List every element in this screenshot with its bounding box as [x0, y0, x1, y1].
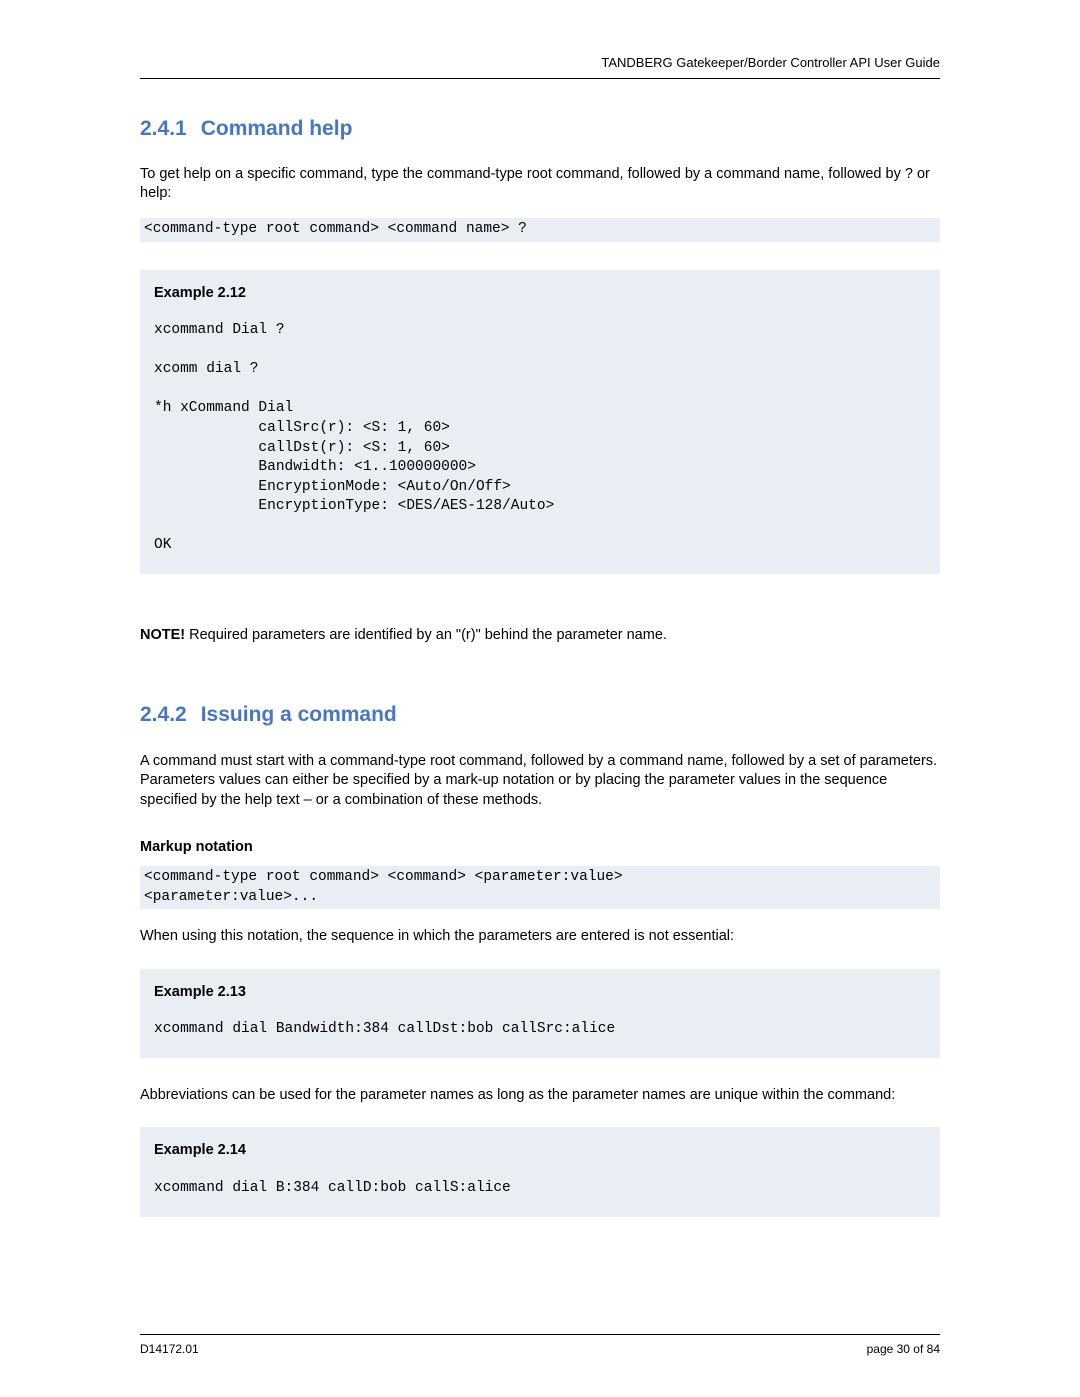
section-title: Issuing a command	[201, 703, 397, 726]
code-syntax-markup: <command-type root command> <command> <p…	[140, 866, 940, 909]
section-number: 2.4.2	[140, 703, 187, 726]
section2-intro: A command must start with a command-type…	[140, 752, 940, 811]
note-text: Required parameters are identified by an…	[185, 627, 667, 643]
section-title: Command help	[201, 117, 353, 140]
example-2-13-title: Example 2.13	[154, 983, 926, 1003]
footer-doc-id: D14172.01	[140, 1341, 199, 1357]
example-2-14-title: Example 2.14	[154, 1141, 926, 1161]
example-2-14: Example 2.14 xcommand dial B:384 callD:b…	[140, 1127, 940, 1216]
page-footer: D14172.01 page 30 of 84	[140, 1334, 940, 1357]
example-2-12: Example 2.12 xcommand Dial ? xcomm dial …	[140, 270, 940, 574]
code-syntax-help: <command-type root command> <command nam…	[140, 218, 940, 242]
example-2-12-title: Example 2.12	[154, 284, 926, 304]
note-label: NOTE!	[140, 627, 185, 643]
abbreviation-note: Abbreviations can be used for the parame…	[140, 1086, 940, 1106]
section-heading-issuing-command: 2.4.2 Issuing a command	[140, 701, 940, 729]
header-rule	[140, 78, 940, 79]
footer-page-number: page 30 of 84	[867, 1341, 940, 1357]
markup-sequence-note: When using this notation, the sequence i…	[140, 927, 940, 947]
section-heading-command-help: 2.4.1 Command help	[140, 115, 940, 143]
note-required-params: NOTE! Required parameters are identified…	[140, 626, 940, 646]
header-doc-title: TANDBERG Gatekeeper/Border Controller AP…	[140, 54, 940, 78]
page: TANDBERG Gatekeeper/Border Controller AP…	[0, 0, 1080, 1397]
markup-notation-heading: Markup notation	[140, 838, 940, 858]
example-2-14-code: xcommand dial B:384 callD:bob callS:alic…	[154, 1179, 926, 1199]
example-2-13: Example 2.13 xcommand dial Bandwidth:384…	[140, 969, 940, 1058]
section1-intro: To get help on a specific command, type …	[140, 165, 940, 204]
section-number: 2.4.1	[140, 117, 187, 140]
example-2-12-code: xcommand Dial ? xcomm dial ? *h xCommand…	[154, 321, 926, 556]
example-2-13-code: xcommand dial Bandwidth:384 callDst:bob …	[154, 1020, 926, 1040]
